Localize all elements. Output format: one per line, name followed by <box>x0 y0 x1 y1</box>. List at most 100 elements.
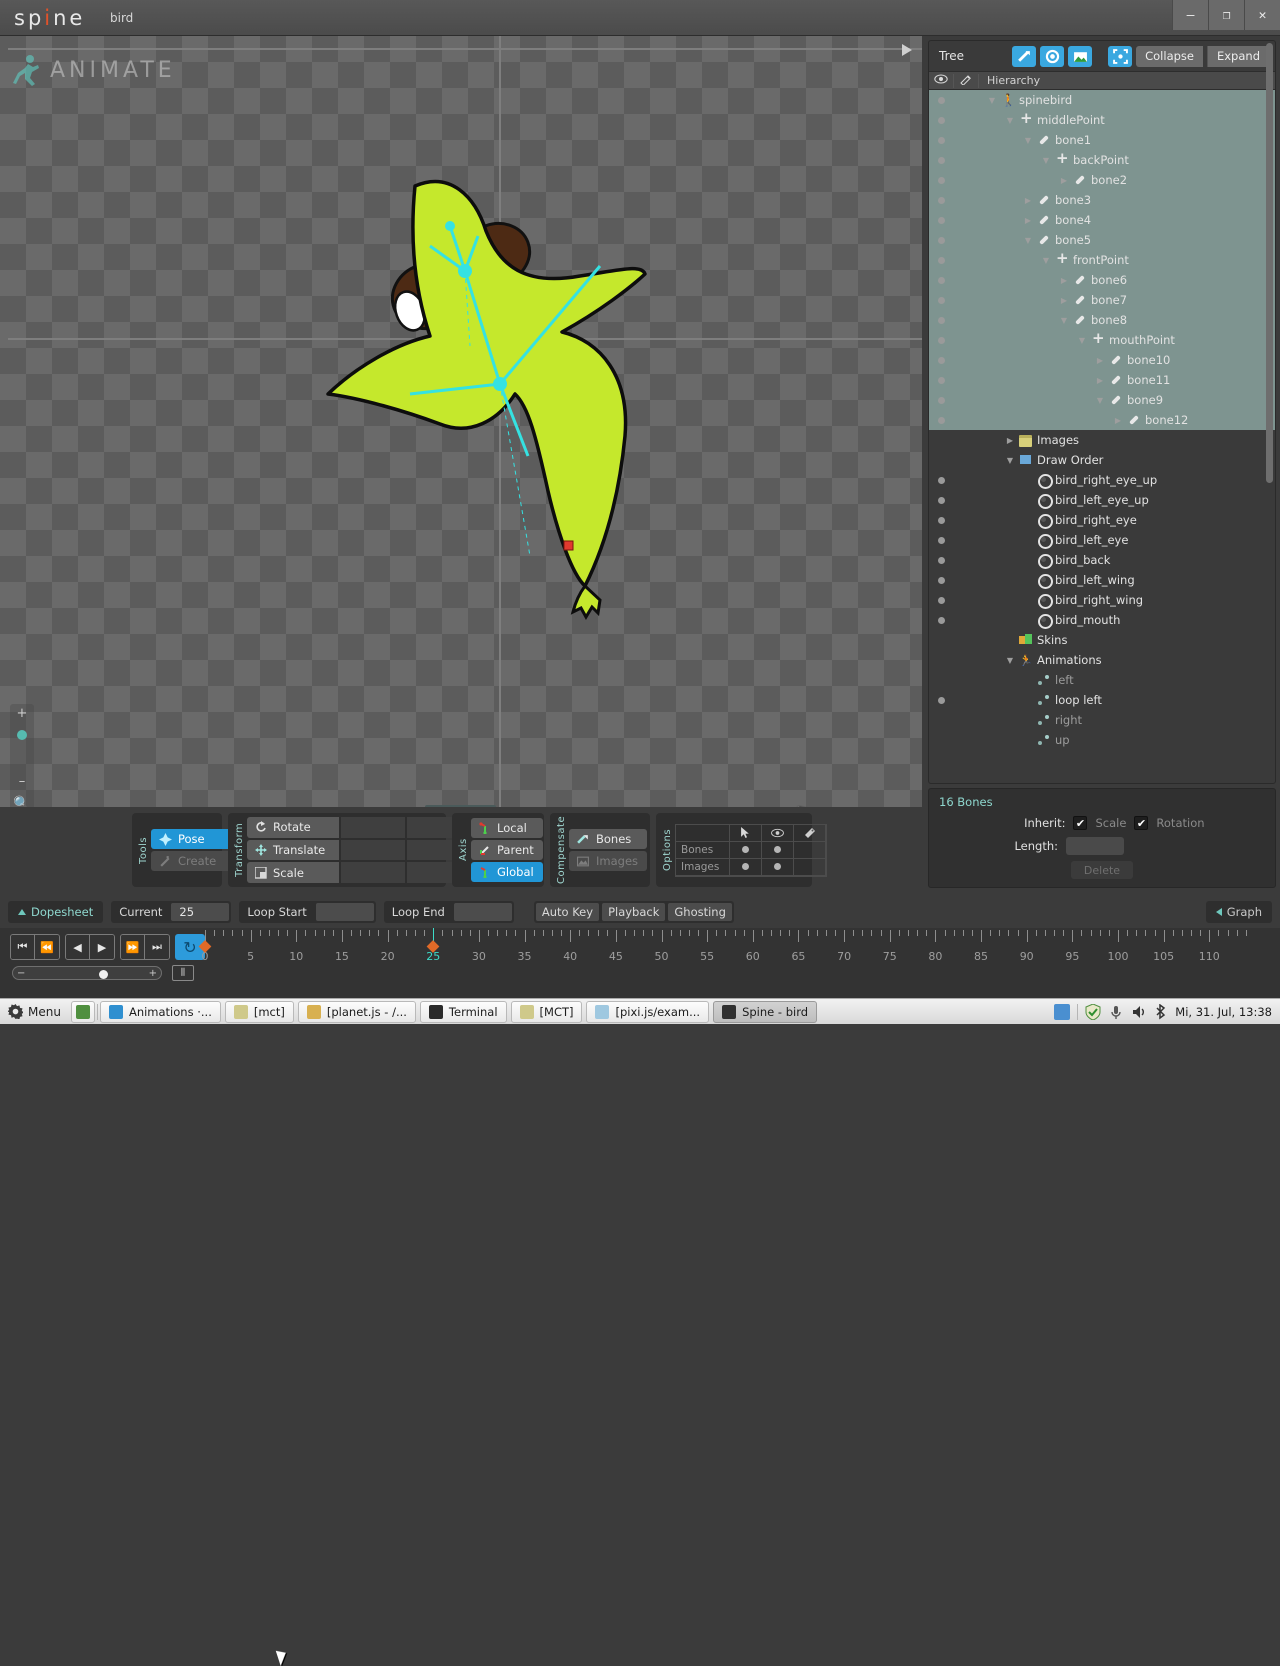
go-to-start-button[interactable]: ⏮ <box>11 935 35 959</box>
tree-row[interactable]: ▶ bone3 <box>929 190 1275 210</box>
visibility-toggle[interactable] <box>929 116 953 124</box>
visibility-toggle[interactable] <box>929 376 953 384</box>
visibility-toggle[interactable] <box>929 596 953 604</box>
tree-row[interactable]: right <box>929 710 1275 730</box>
visibility-toggle[interactable] <box>929 276 953 284</box>
play-reverse-button[interactable]: ◀ <box>66 935 90 959</box>
auto-key-button[interactable]: Auto Key <box>535 903 600 921</box>
taskbar-item[interactable]: [mct] <box>224 1000 294 1023</box>
visibility-toggle[interactable] <box>929 256 953 264</box>
dopesheet-toggle[interactable]: Dopesheet <box>8 901 104 923</box>
chevron-right-icon[interactable]: ▶ <box>1113 416 1123 425</box>
tree-row[interactable]: ▶ bone4 <box>929 210 1275 230</box>
chevron-down-icon[interactable]: ▼ <box>1041 256 1051 265</box>
visibility-toggle[interactable] <box>929 476 953 484</box>
start-menu-button[interactable]: Menu <box>0 1004 69 1019</box>
editor-viewport[interactable]: ANIMATE 16 bones <box>0 36 922 807</box>
chevron-right-icon[interactable]: ▶ <box>1095 356 1105 365</box>
chevron-right-icon[interactable]: ▶ <box>1095 376 1105 385</box>
next-key-button[interactable]: ⏩ <box>121 935 145 959</box>
visibility-toggle[interactable] <box>929 236 953 244</box>
previous-key-button[interactable]: ⏪ <box>35 935 59 959</box>
tree-row[interactable]: bird_left_wing <box>929 570 1275 590</box>
tree-row[interactable]: ▶ Images <box>929 430 1275 450</box>
collapse-button[interactable]: Collapse <box>1136 45 1203 67</box>
image-filter-icon[interactable] <box>1068 45 1093 67</box>
compensate-bones-button[interactable]: Bones <box>569 829 647 849</box>
tree-row[interactable]: ▼ frontPoint <box>929 249 1275 270</box>
loop-start-input[interactable] <box>315 903 374 921</box>
minimize-button[interactable]: — <box>1172 0 1208 30</box>
length-input[interactable] <box>1066 837 1124 855</box>
bluetooth-icon[interactable] <box>1154 1003 1168 1020</box>
tree-row[interactable]: bird_right_eye_up <box>929 470 1275 490</box>
tree-row[interactable]: bird_right_wing <box>929 590 1275 610</box>
current-input[interactable]: 25 <box>171 903 230 921</box>
zoom-in-icon[interactable]: + <box>10 706 34 721</box>
options-images-lock[interactable] <box>794 858 826 876</box>
tree-row[interactable]: Skins <box>929 630 1275 650</box>
visibility-toggle[interactable] <box>929 536 953 544</box>
tree-row[interactable]: ▼ bone9 <box>929 390 1275 410</box>
chevron-down-icon[interactable]: ▼ <box>1059 316 1069 325</box>
tree-row[interactable]: ▶ bone10 <box>929 350 1275 370</box>
chevron-right-icon[interactable]: ▶ <box>1005 436 1015 445</box>
key-toggle-button[interactable]: ⫼ <box>172 965 194 981</box>
visibility-toggle[interactable] <box>929 696 953 704</box>
loop-end-input[interactable] <box>453 903 512 921</box>
tree-row[interactable]: ▼ middlePoint <box>929 109 1275 130</box>
tree-body[interactable]: ▼ spinebird ▼ middlePoint ▼ bone1 ▼ backPoint ▶ b… <box>929 90 1275 779</box>
tree-row[interactable]: bird_left_eye <box>929 530 1275 550</box>
expand-button[interactable]: Expand <box>1206 45 1269 67</box>
axis-local-button[interactable]: Local <box>471 818 543 838</box>
timeline-zoom-slider[interactable]: − + <box>12 966 162 980</box>
visibility-toggle[interactable] <box>929 136 953 144</box>
tree-row[interactable]: loop left <box>929 690 1275 710</box>
bone-filter-icon[interactable] <box>1012 45 1037 67</box>
axis-parent-button[interactable]: Parent <box>471 840 543 860</box>
taskbar-item[interactable]: [MCT] <box>510 1000 583 1023</box>
visibility-toggle[interactable] <box>929 496 953 504</box>
visibility-toggle[interactable] <box>929 176 953 184</box>
magnifier-icon[interactable]: 🔍 <box>10 796 34 807</box>
chevron-down-icon[interactable]: ▼ <box>1041 156 1051 165</box>
options-images-select[interactable] <box>730 858 762 876</box>
close-button[interactable]: ✕ <box>1244 0 1280 30</box>
selection-filter-icon[interactable] <box>1108 45 1133 67</box>
visibility-toggle[interactable] <box>929 196 953 204</box>
visibility-toggle[interactable] <box>929 516 953 524</box>
options-bones-visibility[interactable] <box>762 841 794 859</box>
visibility-toggle[interactable] <box>929 156 953 164</box>
taskbar-item[interactable]: Animations ·... <box>99 1000 221 1023</box>
timeline-zoom-out[interactable]: − <box>17 968 25 979</box>
volume-icon[interactable] <box>1131 1004 1147 1020</box>
translate-field-1[interactable] <box>341 839 405 861</box>
tree-row[interactable]: ▼ bone5 <box>929 230 1275 250</box>
chevron-down-icon[interactable]: ▼ <box>1023 236 1033 245</box>
tree-row[interactable]: ▶ bone7 <box>929 290 1275 310</box>
pose-tool-button[interactable]: Pose <box>151 829 233 849</box>
chevron-down-icon[interactable]: ▼ <box>1005 656 1015 665</box>
viewport-zoom-tools[interactable]: + – 🔍 <box>10 704 34 807</box>
chevron-right-icon[interactable]: ▶ <box>1023 196 1033 205</box>
play-forward-button[interactable]: ▶ <box>90 935 114 959</box>
visibility-toggle[interactable] <box>929 416 953 424</box>
visibility-toggle[interactable] <box>929 616 953 624</box>
chevron-down-icon[interactable]: ▼ <box>987 96 997 105</box>
go-to-end-button[interactable]: ⏭ <box>145 935 169 959</box>
timeline-zoom-knob[interactable] <box>99 970 108 979</box>
tree-row[interactable]: left <box>929 670 1275 690</box>
zoom-out-icon[interactable]: – <box>10 774 34 789</box>
visibility-toggle[interactable] <box>929 296 953 304</box>
create-tool-button[interactable]: Create <box>151 851 233 871</box>
zoom-slider-knob[interactable] <box>17 730 27 740</box>
restore-button[interactable]: ❐ <box>1208 0 1244 30</box>
playback-button[interactable]: Playback <box>602 903 666 921</box>
visibility-toggle[interactable] <box>929 396 953 404</box>
mic-icon[interactable] <box>1108 1004 1124 1020</box>
tree-row[interactable]: bird_left_eye_up <box>929 490 1275 510</box>
show-desktop-button[interactable] <box>70 1000 95 1023</box>
tree-row[interactable]: ▼ backPoint <box>929 149 1275 170</box>
tree-row[interactable]: ▼ mouthPoint <box>929 329 1275 350</box>
axis-global-button[interactable]: Global <box>471 862 543 882</box>
